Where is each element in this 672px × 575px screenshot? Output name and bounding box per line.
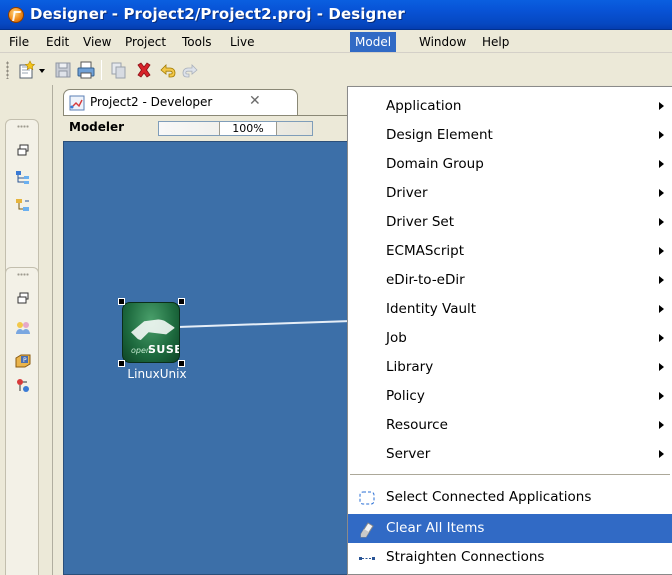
menu-item-server[interactable]: Server — [348, 440, 672, 469]
selection-handle[interactable] — [178, 298, 185, 305]
menu-tools[interactable]: Tools — [177, 32, 217, 52]
node-label: LinuxUnix — [127, 367, 187, 381]
palette-grip[interactable] — [17, 273, 29, 276]
submenu-arrow-icon — [659, 392, 664, 400]
menu-model[interactable]: Model — [350, 32, 397, 52]
svg-text:P: P — [23, 357, 27, 364]
zoom-slider[interactable]: 100% — [158, 121, 313, 136]
menu-item-resource[interactable]: Resource — [348, 411, 672, 440]
modeler-header: Modeler 100% — [63, 115, 353, 141]
menu-item-edir-to-edir[interactable]: eDir-to-eDir — [348, 266, 672, 295]
selection-handle[interactable] — [118, 298, 125, 305]
menu-item-clear-all-items[interactable]: Clear All Items — [348, 514, 672, 543]
eraser-icon — [358, 520, 376, 538]
menu-item-identity-vault[interactable]: Identity Vault — [348, 295, 672, 324]
submenu-arrow-icon — [659, 247, 664, 255]
submenu-arrow-icon — [659, 305, 664, 313]
tab-label: Project2 - Developer — [90, 95, 213, 109]
menu-item-job[interactable]: Job — [348, 324, 672, 353]
tab-project2-developer[interactable]: Project2 - Developer ✕ — [63, 89, 298, 115]
menu-item-ecmascript[interactable]: ECMAScript — [348, 237, 672, 266]
save-icon[interactable] — [52, 59, 74, 81]
toolbar-separator — [101, 60, 102, 80]
palette-group-top — [5, 119, 39, 277]
menu-item-straighten-connections[interactable]: Straighten Connections — [348, 543, 672, 572]
menu-item-select-connected-applications[interactable]: Select Connected Applications — [348, 483, 672, 512]
menu-window[interactable]: Window — [414, 32, 471, 52]
new-dropdown-icon[interactable] — [37, 59, 47, 81]
straighten-connections-icon — [358, 549, 376, 567]
menu-item-library[interactable]: Library — [348, 353, 672, 382]
close-icon[interactable]: ✕ — [249, 93, 261, 109]
select-connected-icon — [358, 489, 376, 507]
modeler-icon — [69, 95, 85, 111]
new-wizard-icon[interactable] — [17, 59, 39, 81]
submenu-arrow-icon — [659, 334, 664, 342]
menu-help[interactable]: Help — [477, 32, 514, 52]
users-icon[interactable] — [15, 320, 31, 336]
designer-app-icon[interactable] — [8, 7, 24, 23]
window-title: Designer - Project2/Project2.proj - Desi… — [30, 5, 405, 23]
palette-group-bottom: P — [5, 267, 39, 575]
toolbar-grip[interactable] — [6, 61, 9, 79]
print-icon[interactable] — [75, 59, 97, 81]
undo-icon[interactable] — [157, 59, 179, 81]
submenu-arrow-icon — [659, 189, 664, 197]
submenu-arrow-icon — [659, 102, 664, 110]
outline-icon[interactable] — [15, 198, 31, 214]
restore-view-icon[interactable] — [15, 290, 31, 306]
modeler-title: Modeler — [69, 120, 125, 134]
submenu-arrow-icon — [659, 363, 664, 371]
menu-item-application[interactable]: Application — [348, 92, 672, 121]
menu-item-driver-set[interactable]: Driver Set — [348, 208, 672, 237]
hierarchy-icon[interactable] — [15, 170, 31, 186]
submenu-arrow-icon — [659, 276, 664, 284]
palette-strip: P — [0, 85, 52, 575]
redo-icon[interactable] — [181, 59, 199, 81]
menu-item-policy[interactable]: Policy — [348, 382, 672, 411]
submenu-arrow-icon — [659, 131, 664, 139]
menu-edit[interactable]: Edit — [41, 32, 74, 52]
modeler-canvas[interactable]: open SUSE LinuxUnix — [63, 141, 355, 575]
menu-bar: File Edit View Project Tools Live Model … — [0, 30, 672, 53]
application-node[interactable]: open SUSE LinuxUnix — [117, 297, 205, 393]
palette-grip[interactable] — [17, 125, 29, 128]
model-menu: Application Design Element Domain Group … — [347, 86, 672, 575]
title-bar: Designer - Project2/Project2.proj - Desi… — [0, 0, 672, 30]
copy-icon[interactable] — [108, 59, 130, 81]
menu-project[interactable]: Project — [120, 32, 171, 52]
selection-handle[interactable] — [118, 360, 125, 367]
menu-live[interactable]: Live — [225, 32, 260, 52]
package-icon[interactable]: P — [15, 352, 31, 368]
menu-file[interactable]: File — [4, 32, 34, 52]
submenu-arrow-icon — [659, 160, 664, 168]
menu-separator — [350, 474, 670, 475]
connection-tool-icon[interactable] — [15, 378, 31, 394]
zoom-level[interactable]: 100% — [219, 122, 277, 135]
main-toolbar — [0, 53, 672, 85]
opensuse-icon: open SUSE — [122, 302, 180, 363]
delete-icon[interactable] — [133, 59, 155, 81]
menu-view[interactable]: View — [78, 32, 116, 52]
menu-item-driver[interactable]: Driver — [348, 179, 672, 208]
submenu-arrow-icon — [659, 218, 664, 226]
editor-area: Project2 - Developer ✕ Modeler 100% open… — [52, 85, 355, 575]
selection-handle[interactable] — [178, 360, 185, 367]
submenu-arrow-icon — [659, 421, 664, 429]
submenu-arrow-icon — [659, 450, 664, 458]
menu-item-design-element[interactable]: Design Element — [348, 121, 672, 150]
restore-view-icon[interactable] — [15, 142, 31, 158]
menu-item-domain-group[interactable]: Domain Group — [348, 150, 672, 179]
